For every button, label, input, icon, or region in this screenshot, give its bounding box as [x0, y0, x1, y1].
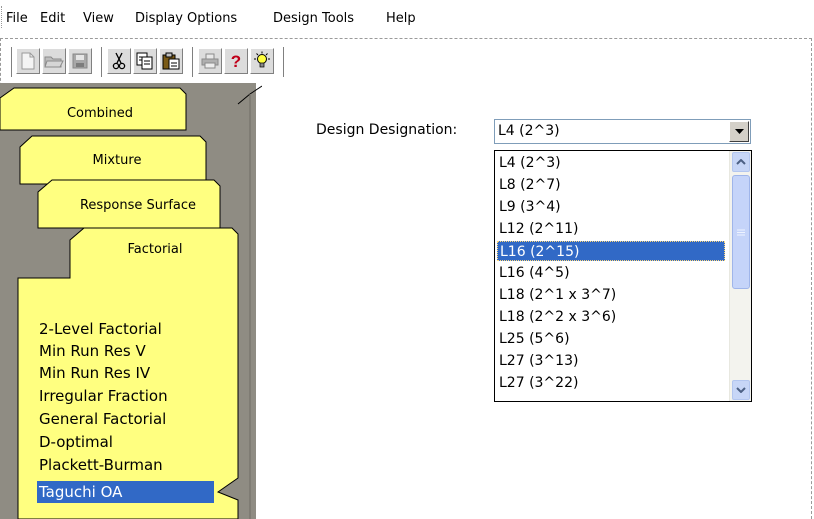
design-builder-window: File Edit View Display Options Design To… [0, 0, 814, 519]
design-designation-label: Design Designation: [316, 122, 458, 138]
dropdown-option[interactable]: L4 (2^3) [497, 153, 725, 173]
cut-button[interactable] [107, 48, 131, 74]
scroll-down-button[interactable] [732, 380, 750, 400]
svg-text:?: ? [231, 52, 241, 70]
menu-design-tools[interactable]: Design Tools [273, 11, 354, 26]
scroll-thumb[interactable] [732, 175, 750, 289]
tab-mixture-label[interactable]: Mixture [57, 153, 177, 168]
dropdown-option[interactable]: L27 (3^13) [497, 351, 725, 371]
chevron-down-icon [736, 387, 746, 393]
dropdown-option[interactable]: L18 (2^1 x 3^7) [497, 285, 725, 305]
toolbar-separator [280, 47, 284, 77]
menu-view[interactable]: View [83, 11, 114, 26]
chevron-up-icon [736, 159, 746, 165]
tip-lightbulb-icon [254, 51, 270, 68]
dropdown-option-highlighted[interactable]: L16 (2^15) [497, 241, 725, 261]
dropdown-option[interactable]: L16 (4^5) [497, 263, 725, 283]
dropdown-scrollbar[interactable] [729, 151, 751, 401]
dropdown-option[interactable]: L12 (2^11) [497, 219, 725, 239]
copy-button[interactable] [133, 48, 157, 74]
design-designation-dropdown: L4 (2^3) L8 (2^7) L9 (3^4) L12 (2^11) L1… [494, 150, 752, 402]
menu-file[interactable]: File [6, 11, 28, 26]
design-type-item[interactable]: General Factorial [37, 408, 166, 430]
menu-display-options[interactable]: Display Options [135, 11, 237, 26]
window-border-right [811, 38, 812, 519]
design-type-item[interactable]: Min Run Res IV [37, 362, 150, 384]
help-question-icon: ? [231, 52, 241, 70]
design-type-item[interactable]: 2-Level Factorial [37, 318, 162, 340]
design-type-item[interactable]: Plackett-Burman [37, 454, 163, 476]
design-type-item[interactable]: Min Run Res V [37, 340, 146, 362]
save-button[interactable] [68, 48, 92, 74]
paste-button[interactable] [159, 48, 183, 74]
dropdown-option[interactable]: L27 (3^22) [497, 373, 725, 393]
dropdown-option[interactable]: L18 (2^2 x 3^6) [497, 307, 725, 327]
design-type-item[interactable]: D-optimal [37, 431, 113, 453]
design-type-item-selected[interactable]: Taguchi OA [37, 481, 214, 503]
scroll-up-button[interactable] [732, 152, 750, 172]
tip-button[interactable] [250, 48, 274, 74]
open-folder-button[interactable] [42, 48, 66, 74]
toolbar-separator [98, 47, 102, 77]
new-file-button[interactable] [16, 48, 40, 74]
toolbar: ? [8, 43, 403, 83]
help-button[interactable]: ? [224, 48, 248, 74]
design-designation-combobox[interactable]: L4 (2^3) [494, 119, 751, 144]
tab-response-surface-label[interactable]: Response Surface [58, 198, 218, 213]
copy-icon [136, 52, 153, 70]
menu-grip [1, 6, 2, 28]
toolbar-grip [8, 47, 12, 77]
open-folder-icon [44, 56, 64, 68]
dropdown-arrow-button[interactable] [729, 121, 749, 142]
menu-edit[interactable]: Edit [40, 11, 65, 26]
design-designation-value: L4 (2^3) [498, 123, 560, 139]
print-button[interactable] [198, 48, 222, 74]
menu-help[interactable]: Help [386, 11, 416, 26]
save-icon [72, 53, 88, 69]
tab-factorial-label[interactable]: Factorial [95, 242, 215, 257]
chevron-down-icon [734, 128, 744, 134]
dropdown-option[interactable]: L9 (3^4) [497, 197, 725, 217]
dropdown-option[interactable]: L25 (5^6) [497, 329, 725, 349]
tab-combined-label[interactable]: Combined [40, 106, 160, 121]
toolbar-separator [189, 47, 193, 77]
cut-icon [112, 52, 126, 70]
dropdown-option[interactable]: L8 (2^7) [497, 175, 725, 195]
menu-bar: File Edit View Display Options Design To… [0, 0, 814, 38]
paste-icon [162, 52, 180, 70]
print-icon [201, 53, 219, 69]
new-file-icon [21, 52, 35, 70]
design-type-item[interactable]: Irregular Fraction [37, 385, 168, 407]
window-border-top [0, 38, 812, 39]
grip-lines-icon [737, 229, 745, 235]
